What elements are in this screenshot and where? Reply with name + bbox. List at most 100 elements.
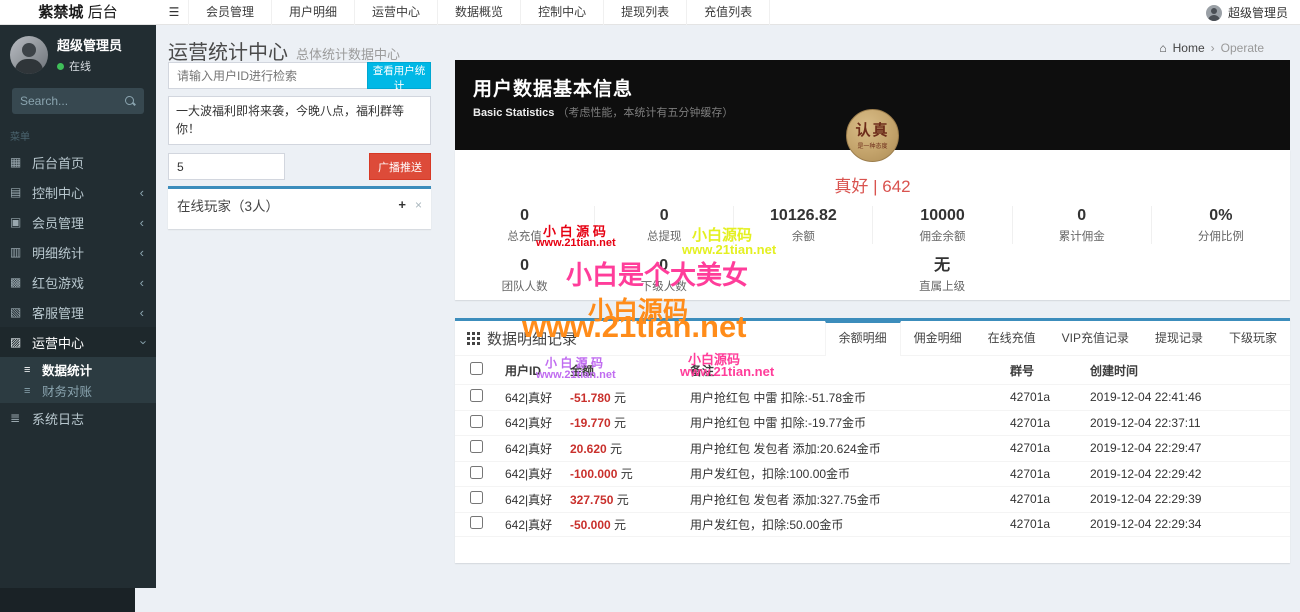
cell-time: 2019-12-04 22:41:46: [1090, 390, 1202, 405]
table-row: 642|真好 -50.000 元 用户发红包，扣除:50.00金币 42701a 201…: [455, 511, 1290, 537]
top-nav-item[interactable]: 充值列表: [687, 0, 771, 25]
top-nav-item[interactable]: 用户明细: [272, 0, 356, 25]
hamburger-icon[interactable]: ☰: [163, 0, 185, 25]
stat-分佣比例: 0% 分佣比例: [1150, 206, 1290, 244]
chevron-left-icon: ‹: [139, 214, 144, 230]
cell-amount: -51.780 元: [570, 390, 627, 405]
stat-累计佣金: 0 累计佣金: [1011, 206, 1151, 244]
table-row: 642|真好 -51.780 元 用户抢红包 中雷 扣除:-51.78金币 42701…: [455, 384, 1290, 410]
stat-佣金余额: 10000 佣金余额: [872, 206, 1011, 244]
user-id-search-input[interactable]: [168, 62, 367, 89]
sidebar-user-status: 在线: [69, 61, 91, 73]
sidebar-item-客服管理[interactable]: ▧ 客服管理 ‹: [0, 297, 156, 327]
cell-user-id: 642|真好: [505, 467, 553, 482]
cell-group: 42701a: [1010, 492, 1051, 507]
cell-user-id: 642|真好: [505, 441, 553, 456]
cell-amount: -19.770 元: [570, 416, 627, 431]
row-checkbox[interactable]: [470, 516, 483, 530]
tab-余额明细[interactable]: 余额明细: [824, 321, 901, 356]
stat-下级人数: 0 下级人数: [640, 257, 687, 293]
user-badge-avatar: 认真 是一种态度: [846, 109, 899, 162]
cell-user-id: 642|真好: [505, 517, 553, 532]
stat-余额: 10126.82 余额: [733, 206, 872, 244]
cell-note: 用户发红包，扣除:100.00金币: [690, 467, 851, 482]
user-name-id-label: 真好 | 642: [834, 177, 911, 196]
tab-下级玩家[interactable]: 下级玩家: [1216, 321, 1290, 356]
user-avatar-icon: [1205, 4, 1222, 21]
top-nav-item[interactable]: 提现列表: [604, 0, 688, 25]
member-icon: ▣: [10, 215, 22, 229]
sidebar-subitem-财务对账[interactable]: ≡ 财务对账: [0, 380, 156, 401]
submenu-icon: ≡: [24, 363, 31, 376]
view-user-stats-button[interactable]: 查看用户统计: [367, 62, 431, 92]
cell-note: 用户抢红包 发包者 添加:327.75金币: [690, 492, 881, 507]
menu-section-label: 菜单: [10, 132, 30, 143]
tab-在线充值[interactable]: 在线充值: [975, 321, 1049, 356]
row-checkbox[interactable]: [470, 389, 483, 403]
game-icon: ▩: [10, 275, 22, 289]
sidebar-item-后台首页[interactable]: ▦ 后台首页: [0, 147, 156, 177]
online-dot-icon: [57, 62, 64, 70]
broadcast-push-button[interactable]: 广播推送: [369, 153, 431, 180]
cell-user-id: 642|真好: [505, 416, 553, 431]
cell-time: 2019-12-04 22:29:47: [1090, 441, 1202, 456]
page-subtitle: 总体统计数据中心: [296, 47, 401, 62]
stats-icon: ▥: [10, 245, 22, 259]
header-user-name: 超级管理员: [1227, 6, 1288, 20]
top-nav-item[interactable]: 数据概览: [438, 0, 522, 25]
tab-佣金明细[interactable]: 佣金明细: [901, 321, 975, 356]
chart-icon: ▦: [10, 155, 22, 169]
expand-icon[interactable]: +: [398, 197, 406, 212]
cell-note: 用户抢红包 中雷 扣除:-51.78金币: [690, 390, 867, 405]
stat-团队人数: 0 团队人数: [501, 257, 548, 293]
top-nav: 会员管理 用户明细 运营中心 数据概览 控制中心 提现列表 充值列表: [188, 0, 771, 25]
top-nav-item[interactable]: 会员管理: [188, 0, 273, 25]
control-icon: ▤: [10, 185, 22, 199]
page-title: 运营统计中心: [168, 42, 288, 64]
row-checkbox[interactable]: [470, 465, 483, 479]
cell-group: 42701a: [1010, 466, 1051, 481]
chevron-left-icon: ‹: [139, 184, 144, 200]
chevron-down-icon: ‹: [134, 339, 150, 345]
broadcast-message-textarea[interactable]: [168, 96, 431, 145]
sidebar-user-panel: 超级管理员 在线: [0, 25, 156, 80]
stats-panel-subtitle-note: （考虑性能，本统计有五分钟缓存）: [557, 107, 734, 119]
tab-VIP充值记录[interactable]: VIP充值记录: [1049, 321, 1142, 356]
top-nav-item[interactable]: 控制中心: [521, 0, 605, 25]
cell-time: 2019-12-04 22:29:34: [1090, 517, 1202, 532]
cell-time: 2019-12-04 22:29:39: [1090, 492, 1202, 507]
search-icon[interactable]: [125, 95, 136, 107]
row-checkbox[interactable]: [470, 491, 483, 505]
chevron-left-icon: ‹: [139, 244, 144, 260]
cell-amount: 20.620 元: [570, 441, 623, 456]
row-checkbox[interactable]: [470, 440, 483, 454]
sidebar-item-控制中心[interactable]: ▤ 控制中心 ‹: [0, 177, 156, 207]
home-icon: ⌂: [1159, 41, 1167, 55]
stats-row-1: 0 总充值 0 总提现 10126.82 余额 10000 佣金余额 0 累计佣金 0% 分佣比例: [455, 206, 1290, 244]
breadcrumb-home[interactable]: Home: [1173, 41, 1205, 55]
tab-提现记录[interactable]: 提现记录: [1142, 321, 1216, 356]
select-all-checkbox[interactable]: [470, 362, 483, 375]
header-user-menu[interactable]: 超级管理员: [1205, 0, 1288, 25]
sidebar-item-运营中心[interactable]: ▨ 运营中心 ‹: [0, 327, 156, 357]
sidebar-item-会员管理[interactable]: ▣ 会员管理 ‹: [0, 207, 156, 237]
table-panel-title: 数据明细记录: [487, 330, 578, 348]
sidebar-item-系统日志[interactable]: ≣ 系统日志: [0, 403, 156, 433]
top-nav-item[interactable]: 运营中心: [355, 0, 439, 25]
cell-note: 用户抢红包 中雷 扣除:-19.77金币: [690, 416, 867, 431]
sidebar-item-红包游戏[interactable]: ▩ 红包游戏 ‹: [0, 267, 156, 297]
table-row: 642|真好 327.750 元 用户抢红包 发包者 添加:327.75金币 4270…: [455, 486, 1290, 512]
sidebar-subitem-数据统计[interactable]: ≡ 数据统计: [0, 359, 156, 380]
chevron-left-icon: ‹: [139, 304, 144, 320]
sidebar-search: [12, 88, 144, 114]
user-basic-info-panel: 用户数据基本信息 Basic Statistics （考虑性能，本统计有五分钟缓…: [455, 60, 1290, 300]
app-logo[interactable]: 紫禁城 后台: [0, 0, 156, 25]
sidebar-search-input[interactable]: [20, 94, 125, 108]
cell-note: 用户抢红包 发包者 添加:20.624金币: [690, 441, 881, 456]
sidebar-item-明细统计[interactable]: ▥ 明细统计 ‹: [0, 237, 156, 267]
breadcrumb-separator: ›: [1210, 41, 1215, 55]
cell-note: 用户发红包，扣除:50.00金币: [690, 517, 844, 532]
close-icon[interactable]: ×: [415, 198, 422, 212]
broadcast-interval-input[interactable]: [168, 153, 285, 180]
row-checkbox[interactable]: [470, 414, 483, 428]
